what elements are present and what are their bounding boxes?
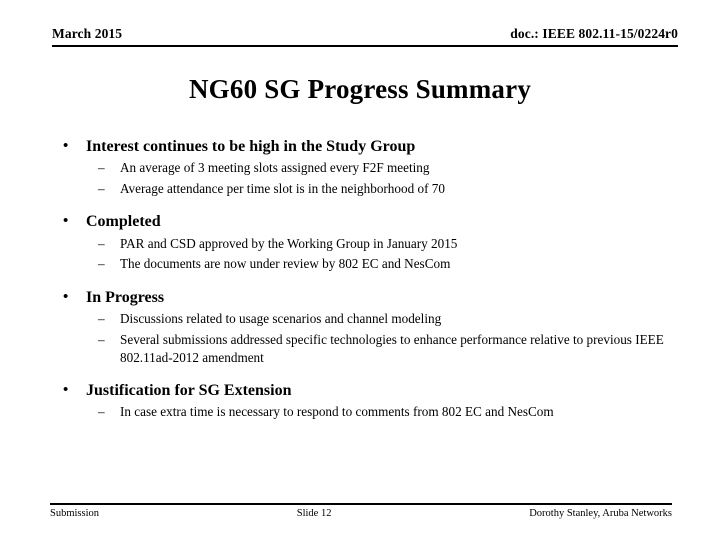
list-item-label: Several submissions addressed specific t… bbox=[120, 331, 664, 366]
sub-bullet-list: – In case extra time is necessary to res… bbox=[58, 403, 683, 421]
footer-submission-label: Submission bbox=[50, 508, 100, 519]
bullet-marker-icon: • bbox=[63, 381, 69, 398]
header-date: March 2015 bbox=[52, 26, 123, 41]
bullet-heading-label: Interest continues to be high in the Stu… bbox=[86, 138, 416, 155]
bullet-marker-icon: • bbox=[63, 138, 69, 154]
slide-content: • Interest continues to be high in the S… bbox=[58, 136, 683, 424]
bullet-marker-icon: • bbox=[63, 213, 69, 230]
bullet-marker-icon: • bbox=[63, 288, 69, 305]
dash-marker-icon: – bbox=[98, 256, 105, 272]
list-item-label: Average attendance per time slot is in t… bbox=[120, 180, 445, 196]
bullet-heading: • In Progress bbox=[58, 287, 683, 308]
list-item: – PAR and CSD approved by the Working Gr… bbox=[58, 235, 683, 253]
dash-marker-icon: – bbox=[98, 311, 105, 327]
dash-marker-icon: – bbox=[98, 160, 105, 176]
bullet-group-justification: • Justification for SG Extension – In ca… bbox=[58, 380, 683, 422]
list-item: – The documents are now under review by … bbox=[58, 255, 683, 273]
header-document-reference: doc.: IEEE 802.11-15/0224r0 bbox=[510, 26, 678, 41]
page-title: NG60 SG Progress Summary bbox=[188, 74, 532, 104]
list-item-label: Discussions related to usage scenarios a… bbox=[120, 311, 442, 327]
bullet-group-completed: • Completed – PAR and CSD approved by th… bbox=[58, 211, 683, 273]
bullet-heading-label: In Progress bbox=[86, 288, 165, 306]
sub-bullet-list: – An average of 3 meeting slots assigned… bbox=[58, 159, 683, 198]
slide-footer: Submission Slide 12 Dorothy Stanley, Aru… bbox=[50, 503, 672, 519]
bullet-heading: • Completed bbox=[58, 211, 683, 232]
dash-marker-icon: – bbox=[98, 331, 105, 347]
list-item: – Several submissions addressed specific… bbox=[58, 331, 683, 368]
footer-author: Dorothy Stanley, Aruba Networks bbox=[529, 508, 672, 519]
slide-header: March 2015 doc.: IEEE 802.11-15/0224r0 bbox=[52, 26, 678, 47]
sub-bullet-list: – Discussions related to usage scenarios… bbox=[58, 310, 683, 367]
dash-marker-icon: – bbox=[98, 180, 105, 196]
bullet-heading-label: Justification for SG Extension bbox=[86, 381, 292, 399]
footer-slide-number: Slide 12 bbox=[296, 508, 332, 519]
list-item-label: In case extra time is necessary to respo… bbox=[120, 404, 554, 420]
bullet-heading-label: Completed bbox=[86, 213, 161, 231]
bullet-group-in-progress: • In Progress – Discussions related to u… bbox=[58, 287, 683, 368]
bullet-heading: • Justification for SG Extension bbox=[58, 380, 683, 401]
list-item: – Average attendance per time slot is in… bbox=[58, 180, 683, 198]
list-item: – Discussions related to usage scenarios… bbox=[58, 310, 683, 328]
list-item-label: The documents are now under review by 80… bbox=[120, 256, 451, 272]
list-item-label: An average of 3 meeting slots assigned e… bbox=[120, 160, 430, 176]
bullet-group-interest: • Interest continues to be high in the S… bbox=[58, 136, 683, 198]
list-item: – In case extra time is necessary to res… bbox=[58, 403, 683, 421]
dash-marker-icon: – bbox=[98, 235, 105, 251]
bullet-heading: • Interest continues to be high in the S… bbox=[58, 136, 683, 157]
dash-marker-icon: – bbox=[98, 404, 105, 420]
sub-bullet-list: – PAR and CSD approved by the Working Gr… bbox=[58, 235, 683, 274]
list-item: – An average of 3 meeting slots assigned… bbox=[58, 159, 683, 177]
list-item-label: PAR and CSD approved by the Working Grou… bbox=[120, 235, 458, 251]
